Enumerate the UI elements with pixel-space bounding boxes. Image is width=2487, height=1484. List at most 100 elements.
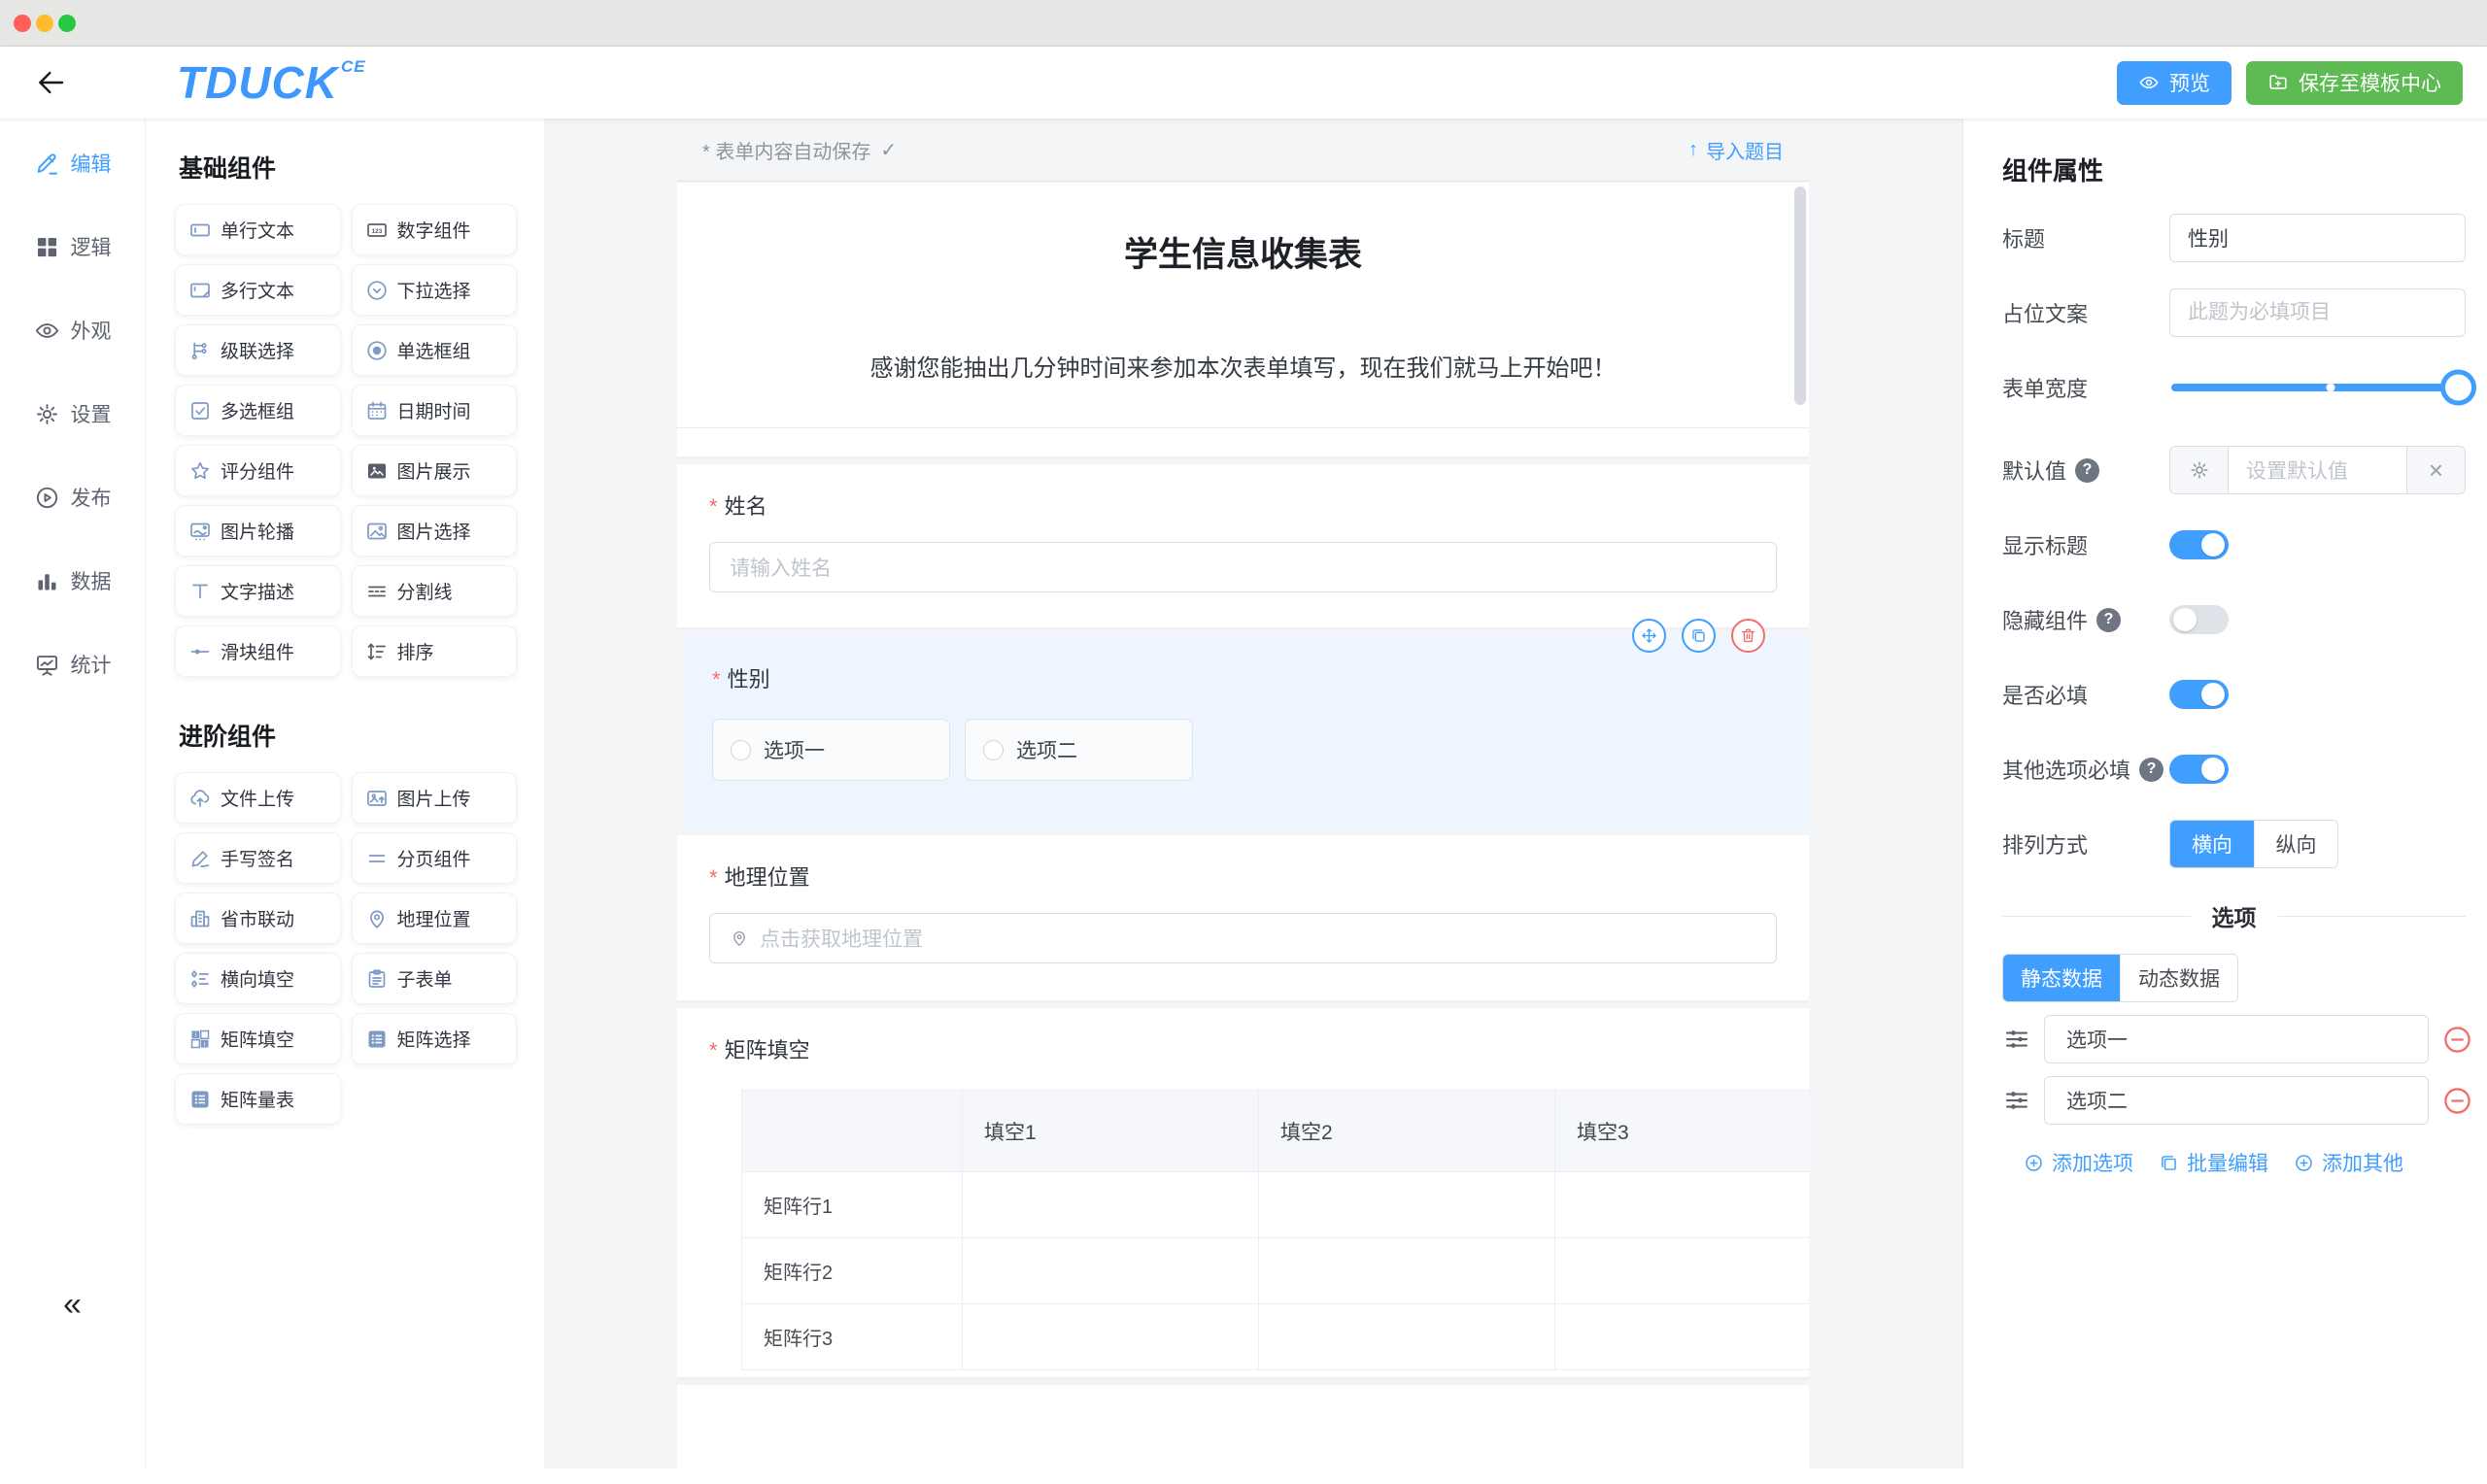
arrange-vertical-button[interactable]: 纵向 (2254, 821, 2337, 867)
close-window-button[interactable] (14, 15, 31, 32)
component-card[interactable]: 图片上传 (352, 772, 518, 824)
matrix-cell[interactable] (963, 1238, 1259, 1304)
component-card[interactable]: 省市联动 (175, 893, 341, 944)
component-card[interactable]: 分页组件 (352, 832, 518, 884)
default-value-input[interactable]: 设置默认值 (2229, 447, 2406, 493)
drag-handle-icon[interactable] (2002, 1025, 2031, 1054)
radio-option[interactable]: 选项一 (712, 719, 950, 781)
tab-static-data[interactable]: 静态数据 (2003, 955, 2120, 1001)
form-width-slider[interactable] (2171, 384, 2461, 391)
component-card[interactable]: 地理位置 (352, 893, 518, 944)
option-input[interactable]: 选项二 (2044, 1076, 2429, 1125)
matrix-cell[interactable] (1259, 1304, 1555, 1370)
batch-edit-link[interactable]: 批量编辑 (2159, 1148, 2268, 1177)
component-card[interactable]: 图片选择 (352, 505, 518, 556)
default-gear-button[interactable] (2170, 447, 2229, 493)
component-card[interactable]: 单选框组 (352, 324, 518, 376)
matrix-cell[interactable] (1555, 1304, 1810, 1370)
component-card[interactable]: 子表单 (352, 953, 518, 1004)
matrix-cell[interactable] (1555, 1172, 1810, 1238)
tab-dynamic-data[interactable]: 动态数据 (2120, 955, 2237, 1001)
matrix-cell[interactable] (1259, 1238, 1555, 1304)
preview-button[interactable]: 预览 (2117, 61, 2231, 105)
canvas-scrollbar[interactable] (1794, 186, 1806, 405)
radio-circle-icon (983, 740, 1004, 760)
component-card[interactable]: 123 数字组件 (352, 204, 518, 255)
component-card[interactable]: 文件上传 (175, 772, 341, 824)
name-input[interactable]: 请输入姓名 (709, 542, 1777, 592)
component-card[interactable]: 下拉选择 (352, 264, 518, 316)
toggle-switch[interactable] (2169, 605, 2229, 634)
field-gender-selected[interactable]: * 性别 选项一 选项二 (685, 635, 1809, 827)
help-icon[interactable] (2096, 608, 2121, 632)
component-card[interactable]: 滑块组件 (175, 625, 341, 677)
component-card[interactable]: 矩阵量表 (175, 1073, 341, 1125)
component-card[interactable]: 日期时间 (352, 385, 518, 436)
drag-handle-icon[interactable] (2002, 1086, 2031, 1115)
matrix-cell[interactable] (1555, 1238, 1810, 1304)
form-title[interactable]: 学生信息收集表 (677, 183, 1809, 277)
file-upload-icon (188, 787, 212, 810)
nav-item[interactable]: 外观 (0, 301, 145, 359)
component-card[interactable]: 文字描述 (175, 565, 341, 617)
nav-item[interactable]: 发布 (0, 468, 145, 526)
component-card[interactable]: 图片轮播 (175, 505, 341, 556)
fullscreen-window-button[interactable] (58, 15, 76, 32)
component-card[interactable]: 评分组件 (175, 445, 341, 496)
field-location[interactable]: * 地理位置 点击获取地理位置 (677, 835, 1809, 1000)
component-card[interactable]: 矩阵选择 (352, 1013, 518, 1064)
component-card[interactable]: II 矩阵填空 (175, 1013, 341, 1064)
component-card[interactable]: 横向填空 (175, 953, 341, 1004)
form-description[interactable]: 感谢您能抽出几分钟时间来参加本次表单填写，现在我们就马上开始吧！ (677, 349, 1809, 383)
component-card[interactable]: 分割线 (352, 565, 518, 617)
option-input[interactable]: 选项一 (2044, 1015, 2429, 1063)
remove-option-button[interactable] (2441, 1024, 2473, 1056)
field-matrix[interactable]: * 矩阵填空 填空1填空2填空3 (677, 1008, 1809, 1377)
minimize-window-button[interactable] (36, 15, 53, 32)
help-icon[interactable] (2139, 758, 2163, 782)
field-name[interactable]: * 姓名 请输入姓名 (677, 464, 1809, 627)
left-nav: 编辑 逻辑 外观 设置 发布 数据 统计 « (0, 118, 146, 1468)
component-card[interactable]: 级联选择 (175, 324, 341, 376)
matrix-cell[interactable] (963, 1304, 1259, 1370)
nav-item[interactable]: 设置 (0, 385, 145, 443)
matrix-cell[interactable] (1259, 1172, 1555, 1238)
nav-item[interactable]: 编辑 (0, 134, 145, 192)
toggle-switch[interactable] (2169, 680, 2229, 709)
nav-item[interactable]: 逻辑 (0, 218, 145, 276)
nav-item[interactable]: 数据 (0, 552, 145, 610)
arrange-horizontal-button[interactable]: 横向 (2170, 821, 2254, 867)
help-icon[interactable] (2075, 458, 2099, 483)
slider-handle[interactable] (2440, 370, 2476, 406)
toggle-switch[interactable] (2169, 530, 2229, 559)
component-card[interactable]: 单行文本 (175, 204, 341, 255)
title-input[interactable] (2169, 214, 2466, 262)
remove-option-button[interactable] (2441, 1085, 2473, 1117)
nav-item[interactable]: 统计 (0, 635, 145, 693)
back-button[interactable] (29, 61, 72, 104)
move-field-button[interactable] (1632, 619, 1666, 653)
toggle-switch[interactable] (2169, 755, 2229, 784)
add-other-link[interactable]: 添加其他 (2294, 1148, 2403, 1177)
import-questions-link[interactable]: ↑ 导入题目 (1688, 136, 1784, 164)
component-card[interactable]: 多行文本 (175, 264, 341, 316)
slider-mark (2326, 384, 2334, 392)
collapse-sidebar-button[interactable]: « (0, 1288, 145, 1321)
component-card[interactable]: 图片展示 (352, 445, 518, 496)
component-card[interactable]: 多选框组 (175, 385, 341, 436)
clear-default-button[interactable]: × (2406, 447, 2465, 493)
required-mark: * (709, 865, 718, 891)
radio-option-label: 选项二 (1016, 735, 1077, 764)
macos-titlebar (0, 0, 2487, 47)
add-option-link[interactable]: 添加选项 (2024, 1148, 2133, 1177)
matrix-cell[interactable] (963, 1172, 1259, 1238)
save-to-template-button[interactable]: 保存至模板中心 (2246, 61, 2463, 105)
radio-option[interactable]: 选项二 (965, 719, 1193, 781)
building-icon (188, 907, 212, 930)
copy-field-button[interactable] (1682, 619, 1716, 653)
delete-field-button[interactable] (1731, 619, 1765, 653)
location-input[interactable]: 点击获取地理位置 (709, 913, 1777, 963)
component-card[interactable]: 手写签名 (175, 832, 341, 884)
placeholder-input[interactable] (2169, 288, 2466, 337)
component-card[interactable]: 排序 (352, 625, 518, 677)
